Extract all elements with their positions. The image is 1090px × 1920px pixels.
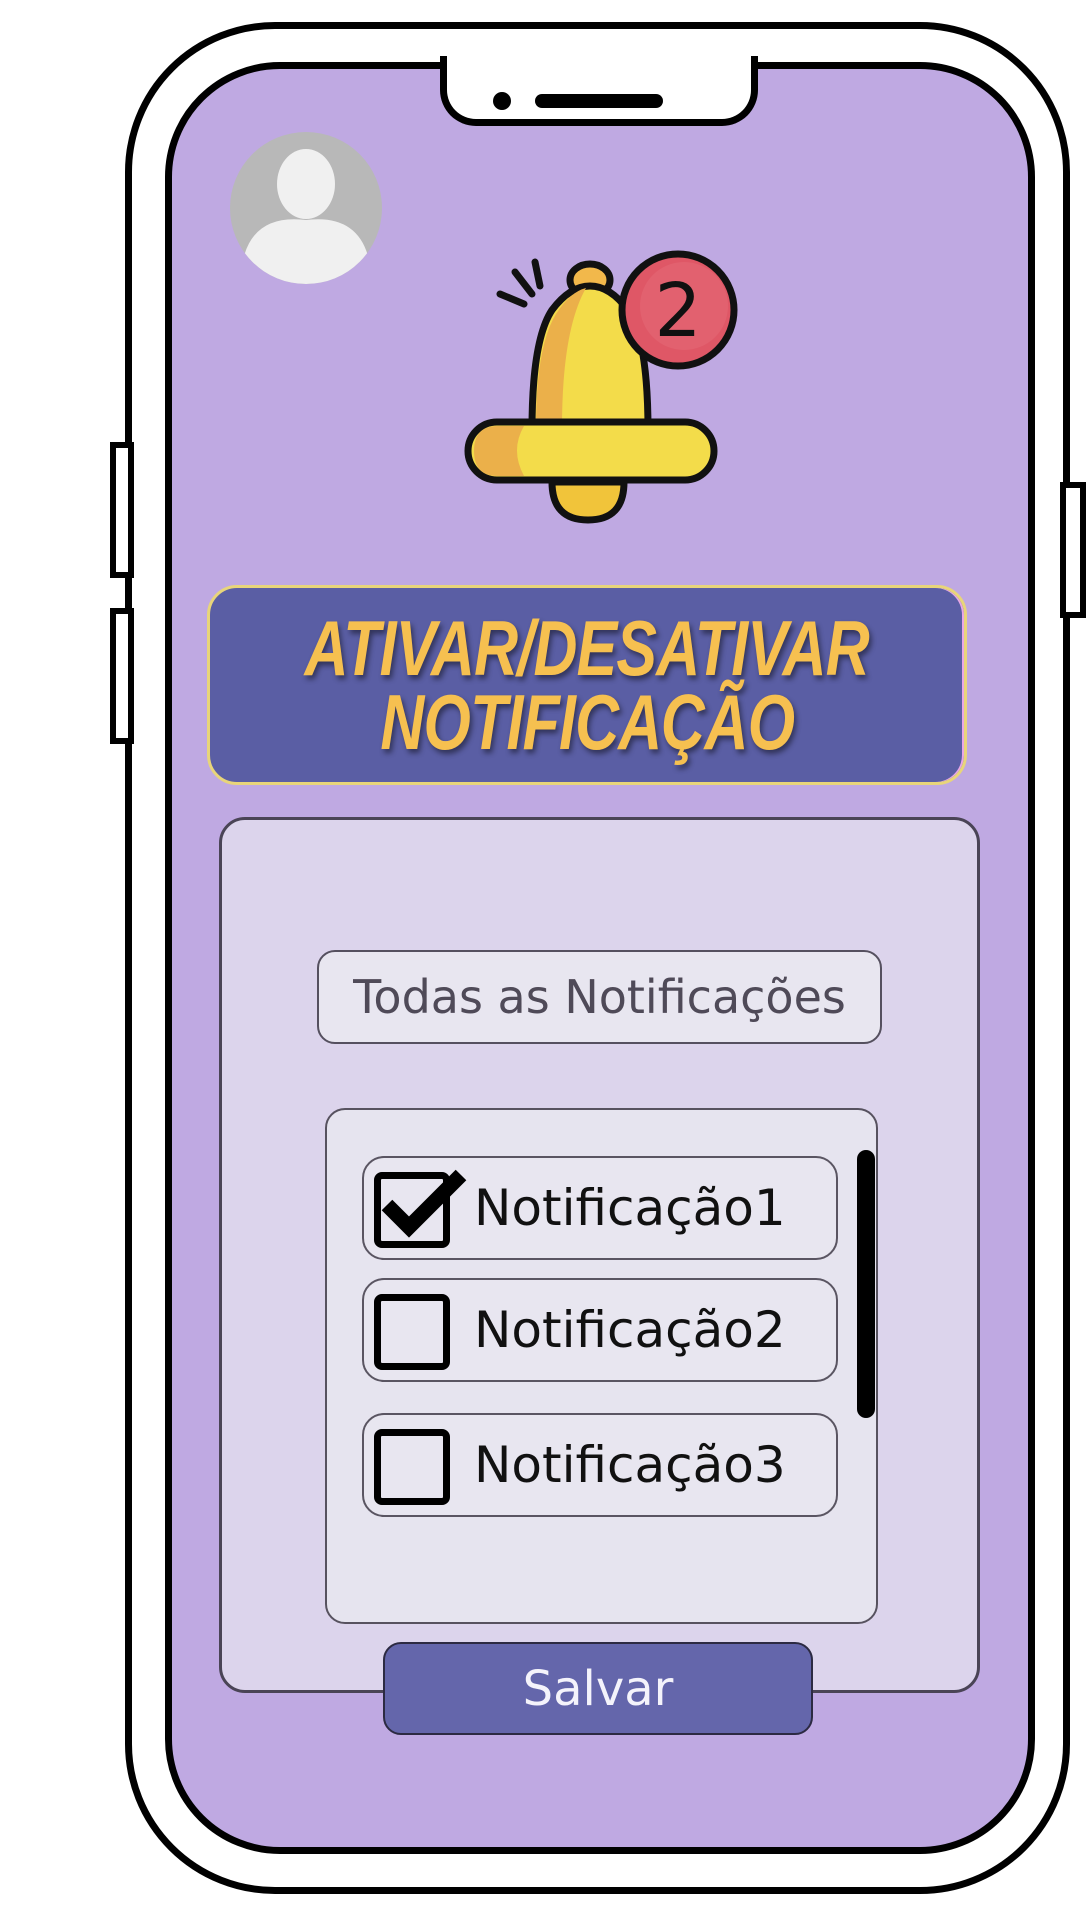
list-item-notification-1[interactable]: Notificação1 xyxy=(362,1156,838,1260)
check-icon xyxy=(381,1169,467,1238)
list-item-label: Notificação1 xyxy=(474,1179,786,1237)
speaker-grille xyxy=(535,94,663,108)
checkbox-notification-2[interactable] xyxy=(374,1294,450,1370)
checkbox-notification-3[interactable] xyxy=(374,1429,450,1505)
filter-selected-label: Todas as Notificações xyxy=(353,970,846,1024)
page-title: ATIVAR/DESATIVAR NOTIFICAÇÃO xyxy=(207,585,967,785)
save-button-label: Salvar xyxy=(522,1660,674,1717)
notch-gap xyxy=(447,54,751,70)
volume-up-button xyxy=(110,442,134,578)
list-item-label: Notificação2 xyxy=(474,1301,786,1359)
user-avatar-icon[interactable] xyxy=(230,132,382,284)
power-button xyxy=(1060,482,1086,618)
notification-badge: 2 xyxy=(654,268,701,354)
checkbox-notification-1[interactable] xyxy=(374,1169,467,1248)
volume-down-button xyxy=(110,608,134,744)
list-item-label: Notificação3 xyxy=(474,1436,786,1494)
camera-icon xyxy=(493,92,511,110)
title-line-1: ATIVAR/DESATIVAR xyxy=(304,604,870,692)
list-item-notification-3[interactable]: Notificação3 xyxy=(362,1413,838,1517)
list-scrollbar[interactable] xyxy=(857,1150,875,1418)
title-line-2: NOTIFICAÇÃO xyxy=(380,678,795,766)
bell-icon: 2 xyxy=(460,250,740,525)
save-button[interactable]: Salvar xyxy=(383,1642,813,1735)
list-item-notification-2[interactable]: Notificação2 xyxy=(362,1278,838,1382)
notification-filter-select[interactable]: Todas as Notificações xyxy=(317,950,882,1044)
